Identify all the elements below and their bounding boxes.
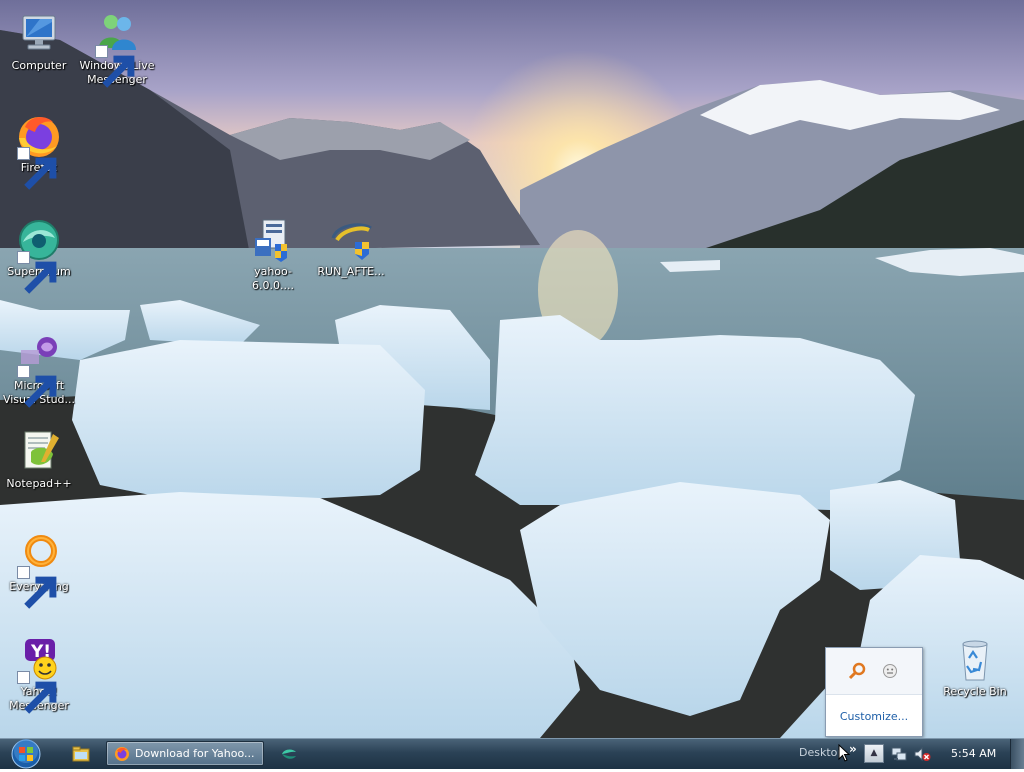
icon-label: yahoo-6.0.0.... [252, 265, 294, 292]
customize-link[interactable]: Customize... [826, 710, 922, 723]
icon-label: Notepad++ [6, 477, 72, 490]
notification-overflow-popup: Customize... [825, 647, 923, 737]
taskbar: Download for Yahoo... Desktop » ▲ 5:54 A… [0, 738, 1024, 769]
start-button[interactable] [7, 739, 45, 769]
shortcut-arrow-icon [17, 365, 57, 408]
desktop-icon-supermium[interactable]: Supermium [0, 216, 78, 294]
taskbar-button-label: Download for Yahoo... [135, 747, 255, 760]
desktop-icon-notepad-plus-plus[interactable]: Notepad++ [0, 428, 78, 491]
desktop-icon-firefox[interactable]: Firefox [0, 112, 78, 190]
messenger-icon [93, 10, 141, 88]
everything-search-icon [15, 531, 63, 609]
shortcut-arrow-icon [95, 45, 135, 88]
desktop-icon-yahoo-messenger[interactable]: Y! Yahoo! Messenger [0, 636, 78, 714]
icon-label: RUN_AFTE... [317, 265, 385, 278]
yahoo-messenger-icon: Y! [15, 636, 63, 714]
shortcut-arrow-icon [17, 671, 57, 714]
search-icon[interactable] [848, 662, 866, 680]
show-hidden-icons-button[interactable]: ▲ [864, 744, 884, 763]
supermium-icon [15, 216, 63, 294]
hidden-icons-row [826, 648, 922, 695]
network-icon[interactable] [891, 746, 907, 762]
firefox-icon [15, 112, 63, 190]
smiley-icon[interactable] [882, 663, 898, 679]
shortcut-arrow-icon [17, 566, 57, 609]
desktop-icon-computer[interactable]: Computer [0, 10, 78, 73]
shortcut-arrow-icon [17, 147, 57, 190]
taskbar-button-firefox[interactable]: Download for Yahoo... [106, 741, 264, 766]
icon-label: Computer [11, 59, 67, 72]
icon-label: Recycle Bin [943, 685, 1007, 698]
volume-muted-icon[interactable] [914, 746, 931, 762]
recycle-bin-icon [951, 636, 999, 684]
firefox-icon [115, 747, 129, 761]
installer-icon [249, 216, 297, 264]
clock[interactable]: 5:54 AM [951, 747, 996, 760]
desktop-icon-recycle-bin[interactable]: Recycle Bin [936, 636, 1014, 699]
start-orb-icon [11, 739, 41, 769]
desktop-icon-everything[interactable]: Everything [0, 531, 78, 609]
desktop-icon-yahoo-installer[interactable]: yahoo-6.0.0.... [234, 216, 312, 293]
desktop-icon-visual-studio[interactable]: Microsoft Visual Stud... [0, 330, 78, 408]
show-desktop-button[interactable] [1010, 739, 1024, 769]
shortcut-arrow-icon [17, 251, 57, 294]
script-shield-icon [327, 216, 375, 264]
explorer-icon[interactable] [72, 746, 90, 762]
desktop-wallpaper [0, 0, 1024, 738]
computer-icon [15, 10, 63, 58]
mouse-cursor-icon [838, 744, 850, 762]
quick-launch-icon[interactable] [281, 747, 297, 761]
visual-studio-icon [15, 330, 63, 408]
notepad-plus-plus-icon [15, 428, 63, 476]
desktop-icon-windows-live-messenger[interactable]: Windows Live Messenger [78, 10, 156, 88]
desktop-icon-run-after[interactable]: RUN_AFTE... [312, 216, 390, 279]
toolbar-chevron-icon[interactable]: » [849, 742, 857, 756]
